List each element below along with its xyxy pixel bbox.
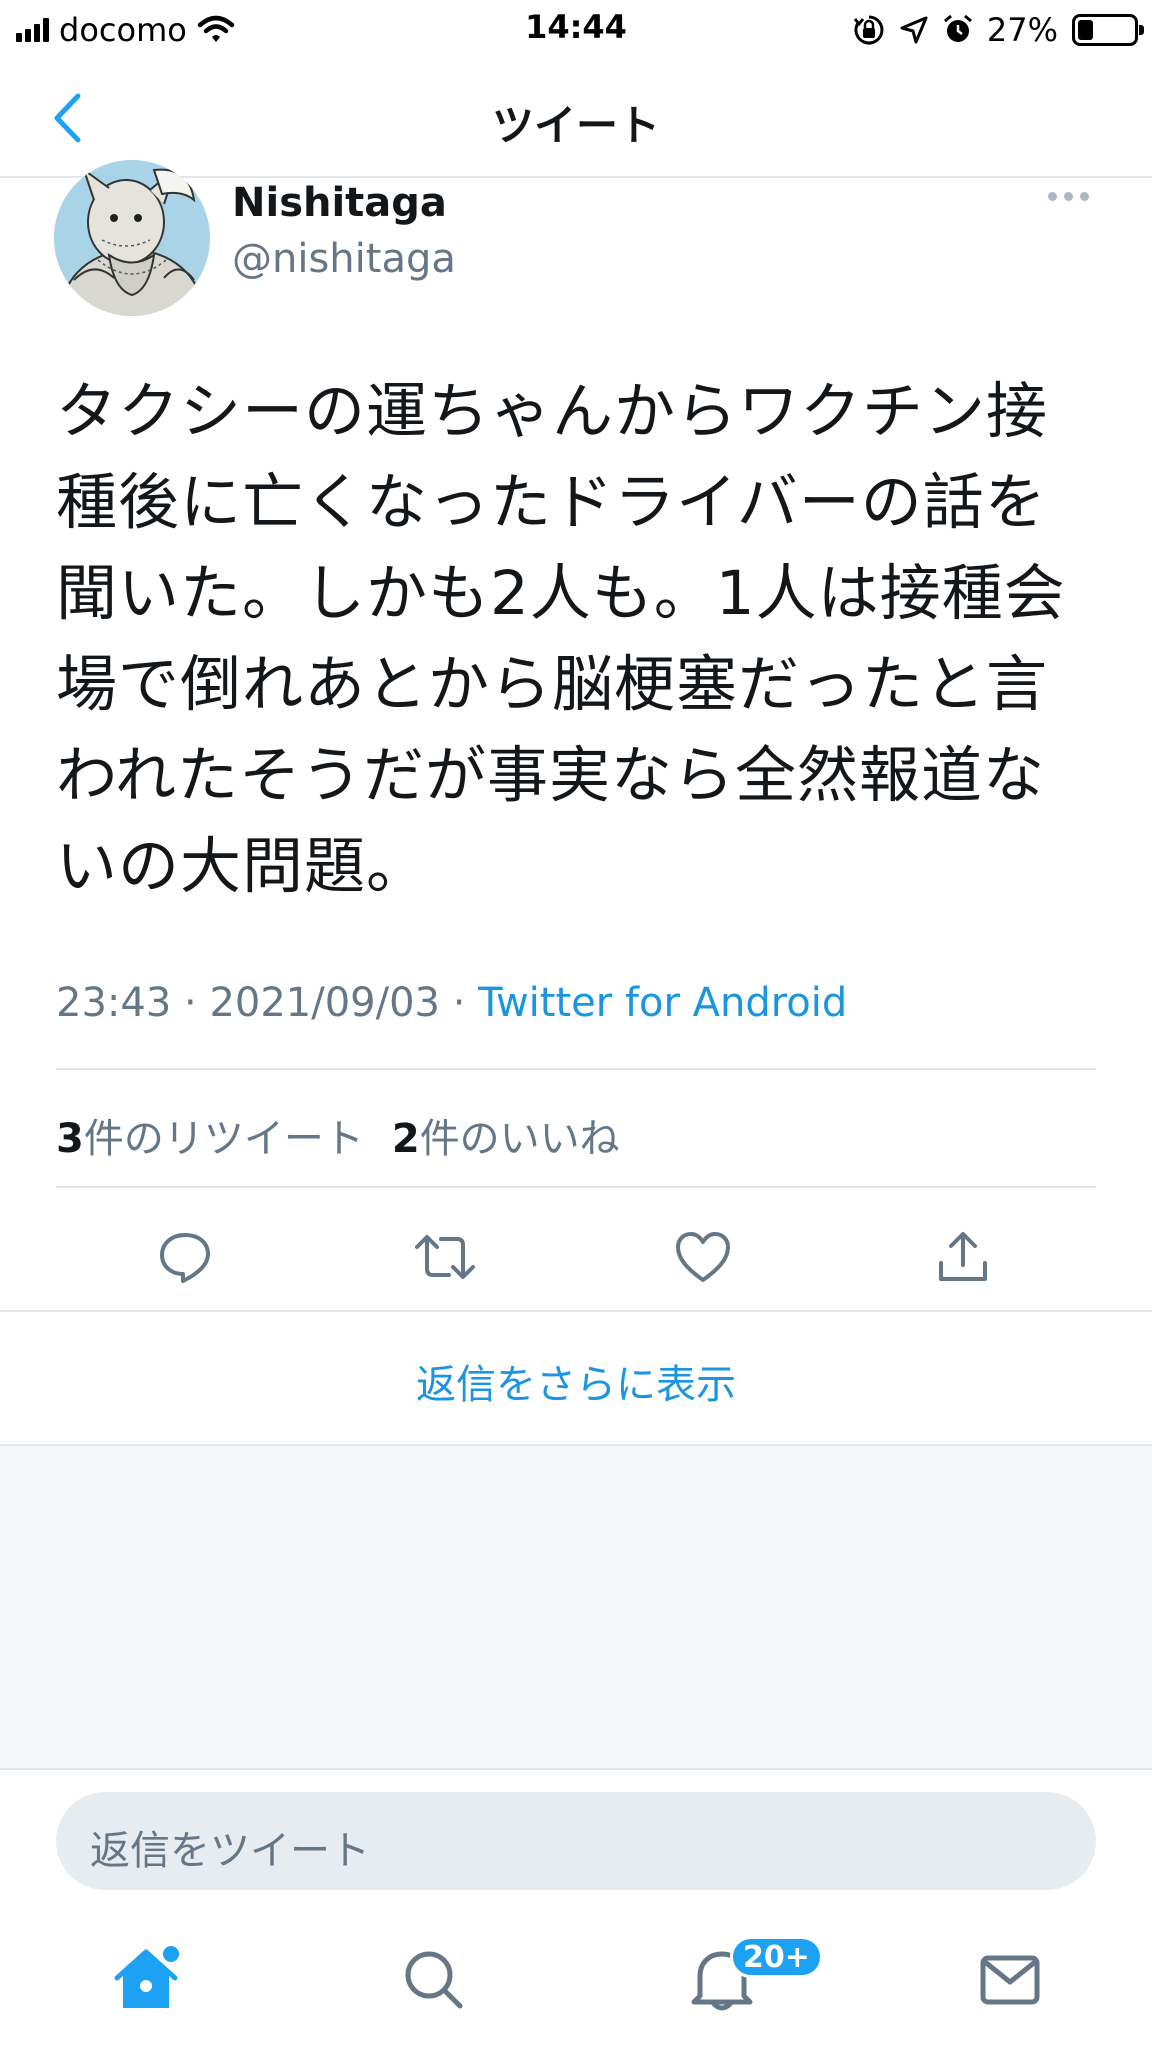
divider [0,1310,1152,1312]
location-icon [900,16,928,44]
tweet-source-link[interactable]: Twitter for Android [478,980,847,1026]
retweet-icon [415,1235,475,1279]
notification-badge: 20+ [730,1936,823,1978]
like-count: 2 [391,1116,420,1162]
divider [56,1068,1096,1070]
tweet-text-line: いの大問題。 [56,831,429,902]
tweet-text-line: われたそうだが事実なら全然報道な [56,740,1045,811]
like-icon [676,1232,730,1282]
more-dot-icon [1064,192,1073,201]
retweet-count: 3 [56,1116,84,1162]
like-label: 件のいいね [419,1116,620,1162]
tweet-text-line: タクシーの運ちゃんからワクチン接 [56,376,1049,447]
like-stat[interactable]: 2件のいいね [392,1116,620,1162]
home-icon [114,1946,179,2008]
tab-messages[interactable] [970,1940,1050,2020]
empty-replies-area [0,1444,1152,1770]
reply-placeholder: 返信をツイート [90,1828,370,1874]
tweet-text-line: 場で倒れあとから脳梗塞だったと言 [56,649,1049,720]
tweet-meta: 23:43 · 2021/09/03 · Twitter for Android [56,980,847,1026]
share-button[interactable] [928,1222,998,1292]
avatar-illustration [54,160,210,316]
status-bar: docomo 14:44 27% [0,0,1152,58]
tweet-time: 23:43 [56,980,172,1026]
tweet-text-line: 聞いた。しかも2人も。1人は接種会 [56,558,1066,629]
messages-icon [980,1955,1040,2005]
alarm-icon [943,14,972,42]
reply-input[interactable]: 返信をツイート [56,1792,1096,1890]
more-dot-icon [1080,192,1089,201]
battery-icon [1072,14,1144,46]
show-more-replies-button[interactable]: 返信をさらに表示 [0,1352,1152,1410]
retweet-label: 件のリツイート [83,1116,364,1162]
more-options-button[interactable] [1048,192,1089,201]
tweet-text: タクシーの運ちゃんからワクチン接 種後に亡くなったドライバーの話を 聞いた。しか… [56,366,1096,912]
orientation-lock-icon [853,15,884,45]
meta-separator: · [184,980,197,1026]
battery-percent: 27% [986,11,1058,49]
display-name[interactable]: Nishitaga [232,180,447,226]
nav-bar: ツイート [0,58,1152,178]
tab-home[interactable] [106,1940,186,2020]
reply-button[interactable] [150,1222,220,1292]
tab-search[interactable] [394,1940,474,2020]
reply-icon [160,1233,210,1283]
tweet-actions [0,1210,1152,1300]
page-title: ツイート [491,101,660,150]
avatar[interactable] [54,160,210,316]
tweet-text-line: 種後に亡くなったドライバーの話を [56,467,1047,538]
retweet-button[interactable] [410,1222,480,1292]
meta-separator: · [452,980,466,1026]
tweet-stats: 3件のリツイート 2件のいいね [56,1106,620,1164]
tab-bar [0,1920,1152,2048]
divider [56,1186,1096,1188]
more-dot-icon [1048,192,1057,201]
search-icon [405,1951,463,2009]
like-button[interactable] [668,1222,738,1292]
tweet-date: 2021/09/03 [209,980,440,1026]
share-icon [939,1232,987,1281]
retweet-stat[interactable]: 3件のリツイート [56,1116,364,1162]
user-handle[interactable]: @nishitaga [232,236,456,282]
